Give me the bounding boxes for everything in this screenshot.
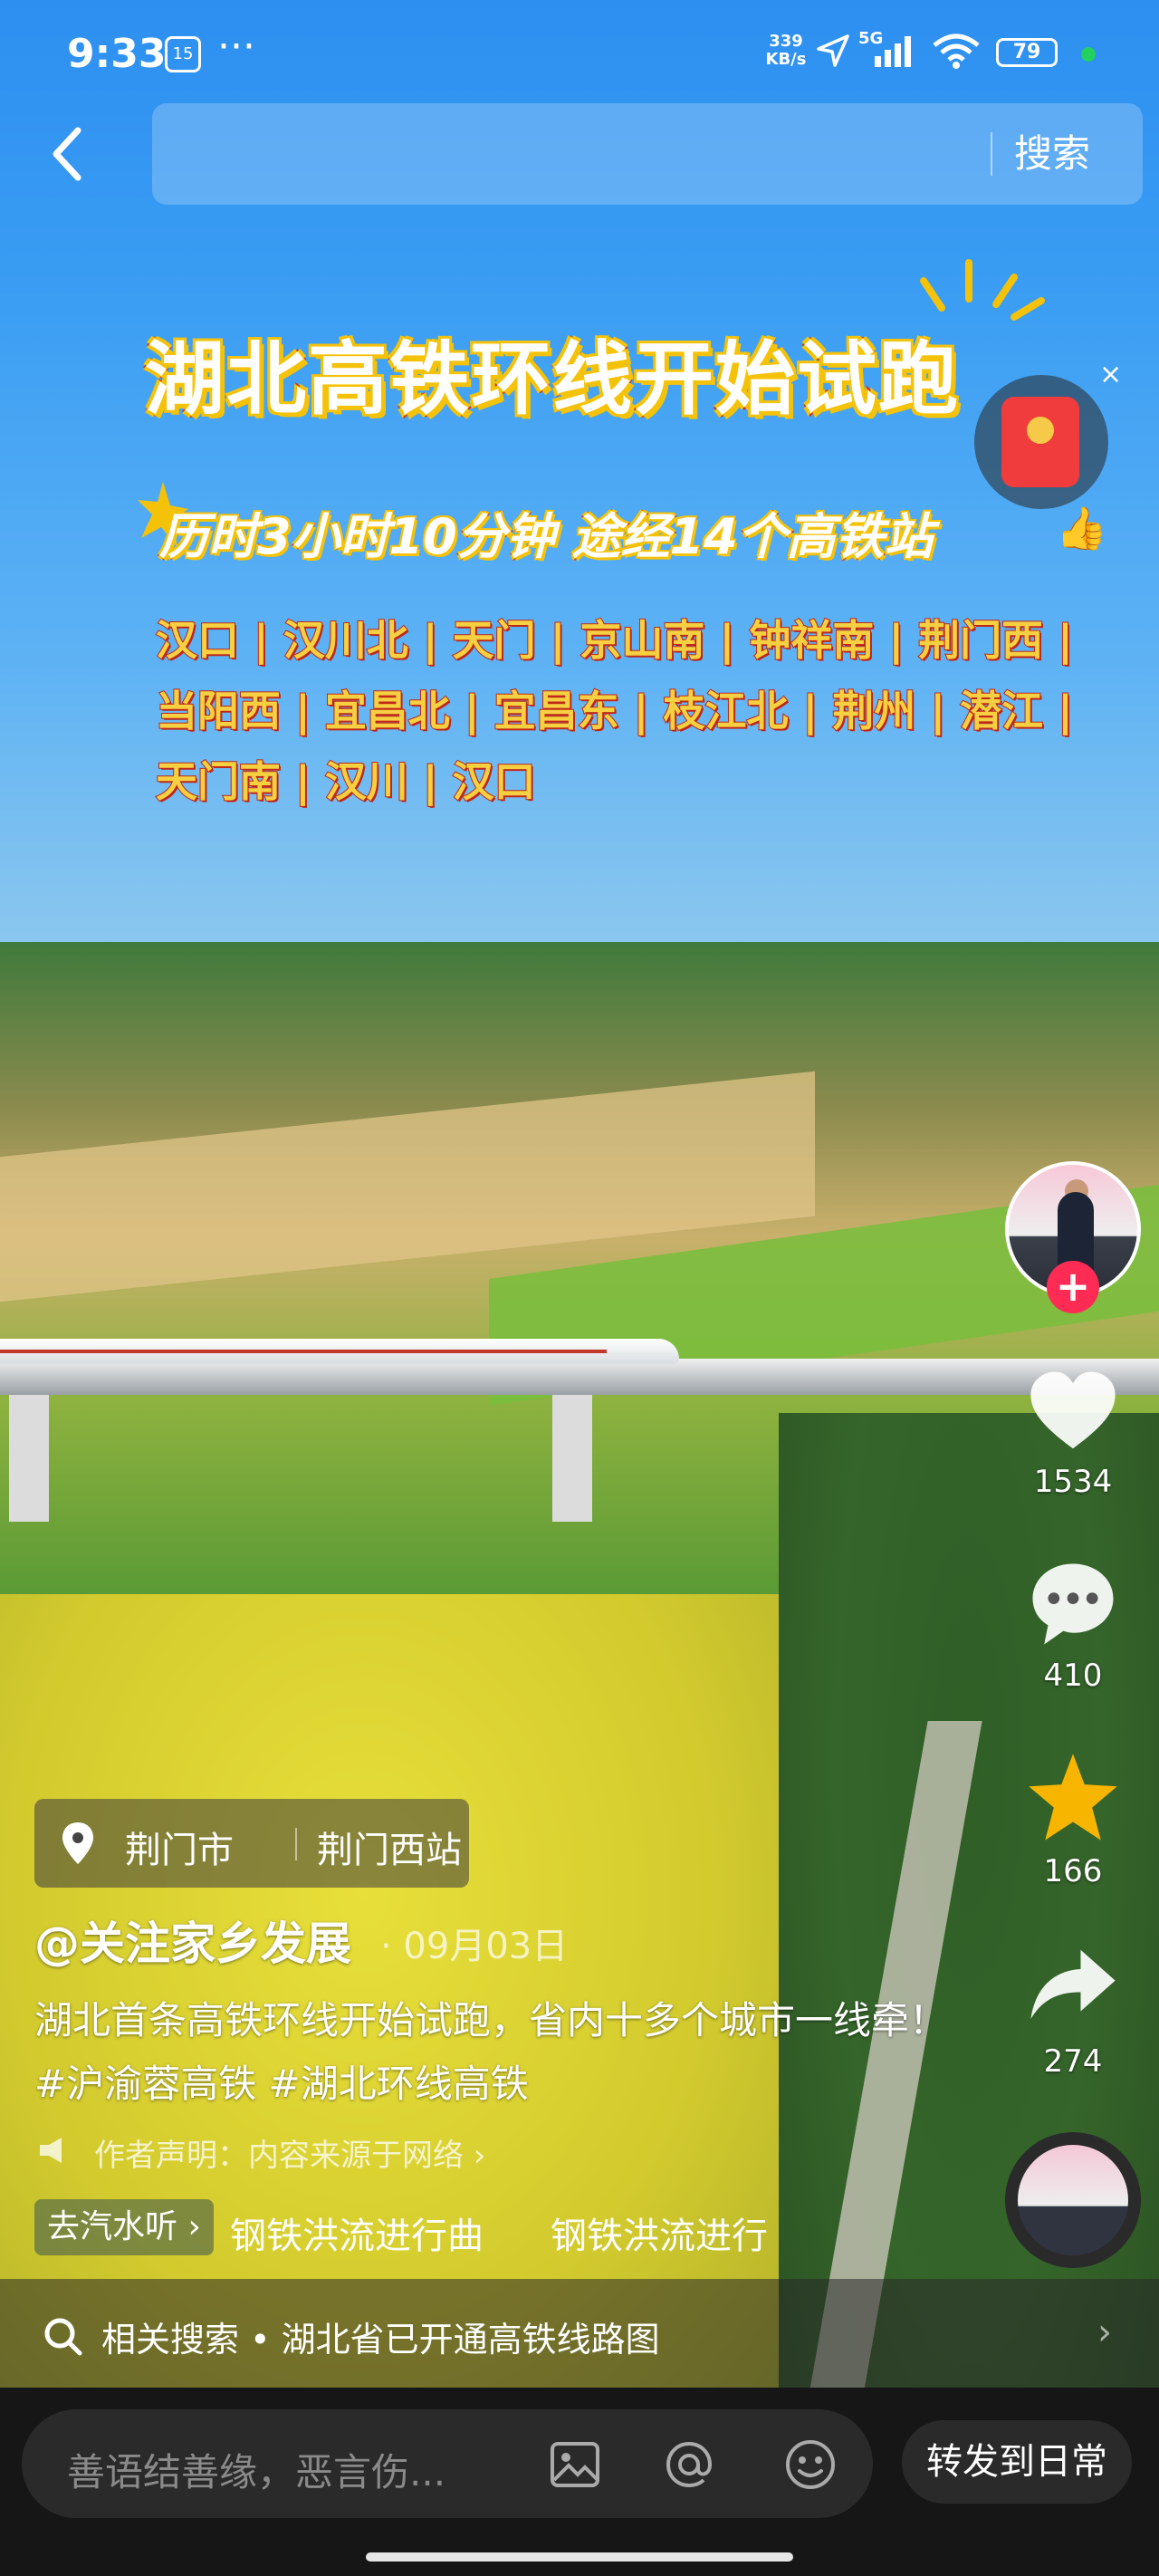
share-arrow-icon[interactable] [1025, 1938, 1121, 2034]
post-description[interactable]: 湖北首条高铁环线开始试跑，省内十多个城市一线牵！#沪渝蓉高铁 #湖北环线高铁 [34, 1989, 958, 2116]
battery-icon: 79 [996, 38, 1058, 67]
thumbs-up-icon: 👍 [1056, 504, 1108, 553]
more-notifications-icon: ··· [217, 24, 255, 70]
status-bar: 9:33 15 ··· 339 KB/s 5G 79 [0, 0, 1159, 100]
network-speed: 339 KB/s [759, 33, 813, 69]
network-speed-unit: KB/s [765, 50, 807, 69]
viaduct-pillar [9, 1395, 49, 1522]
comment-placeholder: 善语结善缘，恶言伤... [67, 2450, 446, 2494]
related-search-bar[interactable]: 相关搜索 • 湖北省已开通高铁线路图 › [0, 2279, 1159, 2388]
music-title-scrolling: 钢铁洪流进行 [551, 2216, 768, 2257]
share-count: 274 [1043, 2043, 1103, 2080]
comment-count: 410 [1043, 1658, 1103, 1694]
location-pin-icon [62, 1822, 93, 1864]
back-arrow-icon[interactable] [42, 118, 96, 190]
comment-bubble-icon[interactable] [1025, 1556, 1121, 1652]
location-station: 荆门西站 [317, 1830, 462, 1871]
location-arrow-icon [817, 34, 849, 67]
author-disclaimer[interactable]: 作者声明：内容来源于网络 › [94, 2130, 485, 2175]
share-to-daily-button[interactable]: 转发到日常 [902, 2420, 1132, 2504]
privacy-indicator-icon [1081, 47, 1096, 62]
red-packet-widget[interactable] [974, 375, 1108, 509]
location-tag[interactable]: 荆门市 荆门西站 [34, 1799, 469, 1888]
open-in-music-app-button[interactable]: 去汽水听 › [34, 2199, 214, 2255]
cell-signal-icon [875, 36, 911, 67]
location-city: 荆门市 [125, 1830, 234, 1871]
image-icon[interactable] [547, 2437, 603, 2493]
station-list-overlay: 汉口 | 汉川北 | 天门 | 京山南 | 钟祥南 | 荆门西 | 当阳西 | … [155, 615, 1074, 807]
author-name[interactable]: @关注家乡发展 [34, 1908, 351, 1973]
favorite-star-icon[interactable] [1025, 1750, 1121, 1846]
music-disc-avatar[interactable] [1005, 2132, 1141, 2268]
network-speed-value: 339 [769, 32, 803, 51]
mention-at-icon[interactable] [661, 2437, 717, 2493]
home-indicator[interactable] [366, 2552, 793, 2562]
chevron-right-icon: › [1097, 2312, 1112, 2353]
red-packet-icon [1001, 397, 1079, 487]
wifi-icon [933, 34, 980, 69]
close-icon[interactable]: × [1099, 359, 1122, 390]
favorite-count: 166 [1043, 1853, 1103, 1889]
search-divider [991, 132, 992, 176]
like-count: 1534 [1033, 1464, 1113, 1500]
viaduct-pillar [552, 1395, 592, 1522]
calendar-badge-icon: 15 [165, 36, 201, 72]
music-title[interactable]: 钢铁洪流进行曲 [230, 2206, 484, 2259]
viaduct [0, 1359, 1159, 1395]
search-button[interactable]: 搜索 [1014, 123, 1090, 178]
related-search-text: 相关搜索 • 湖北省已开通高铁线路图 [101, 2320, 660, 2360]
comment-input[interactable]: 善语结善缘，恶言伤... [22, 2409, 873, 2518]
follow-button[interactable]: + [1047, 1261, 1099, 1313]
like-heart-icon[interactable] [1025, 1364, 1121, 1460]
music-row[interactable]: 去汽水听 › 钢铁洪流进行曲 钢铁洪流进行 [34, 2196, 976, 2259]
high-speed-train [0, 1339, 679, 1364]
location-divider [295, 1828, 297, 1860]
video-title-overlay: 湖北高铁环线开始试跑 [143, 331, 961, 428]
search-icon [44, 2318, 82, 2356]
coin-icon [1027, 417, 1054, 444]
video-subtitle-overlay: 历时3小时10分钟 途经14个高铁站 [158, 507, 935, 567]
post-date: · 09月03日 [380, 1926, 569, 1967]
emoji-icon[interactable] [782, 2437, 838, 2493]
search-input[interactable] [152, 103, 1143, 205]
bottom-comment-bar: 善语结善缘，恶言伤... 转发到日常 [0, 2388, 1159, 2576]
status-time: 9:33 [67, 31, 167, 77]
megaphone-icon [40, 2138, 62, 2163]
